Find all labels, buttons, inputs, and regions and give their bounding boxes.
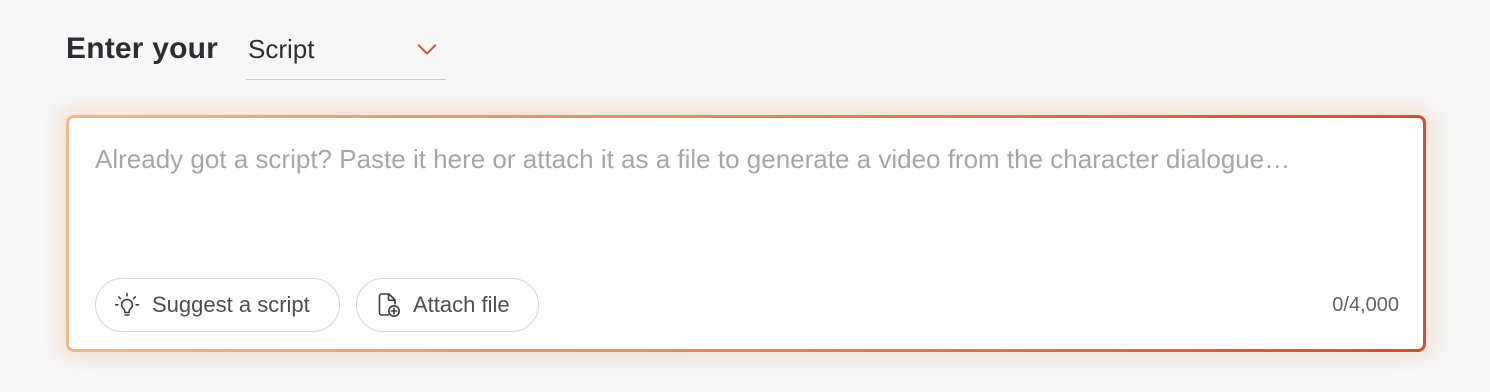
- chevron-down-icon: [417, 44, 437, 55]
- script-input-box: Suggest a script Attach file 0/4,000: [66, 115, 1426, 352]
- suggest-script-label: Suggest a script: [152, 292, 310, 317]
- prompt-header: Enter your Script: [66, 28, 446, 82]
- enter-your-label: Enter your: [66, 32, 219, 65]
- input-type-select[interactable]: Script: [246, 28, 446, 80]
- attach-file-label: Attach file: [413, 292, 510, 317]
- attach-file-button[interactable]: Attach file: [356, 278, 539, 332]
- input-type-select-value: Script: [248, 34, 315, 64]
- lightbulb-icon: [114, 292, 140, 316]
- suggest-script-button[interactable]: Suggest a script: [95, 278, 340, 332]
- script-textarea[interactable]: [95, 140, 1355, 250]
- character-count: 0/4,000: [1332, 294, 1399, 316]
- file-plus-icon: [378, 293, 400, 317]
